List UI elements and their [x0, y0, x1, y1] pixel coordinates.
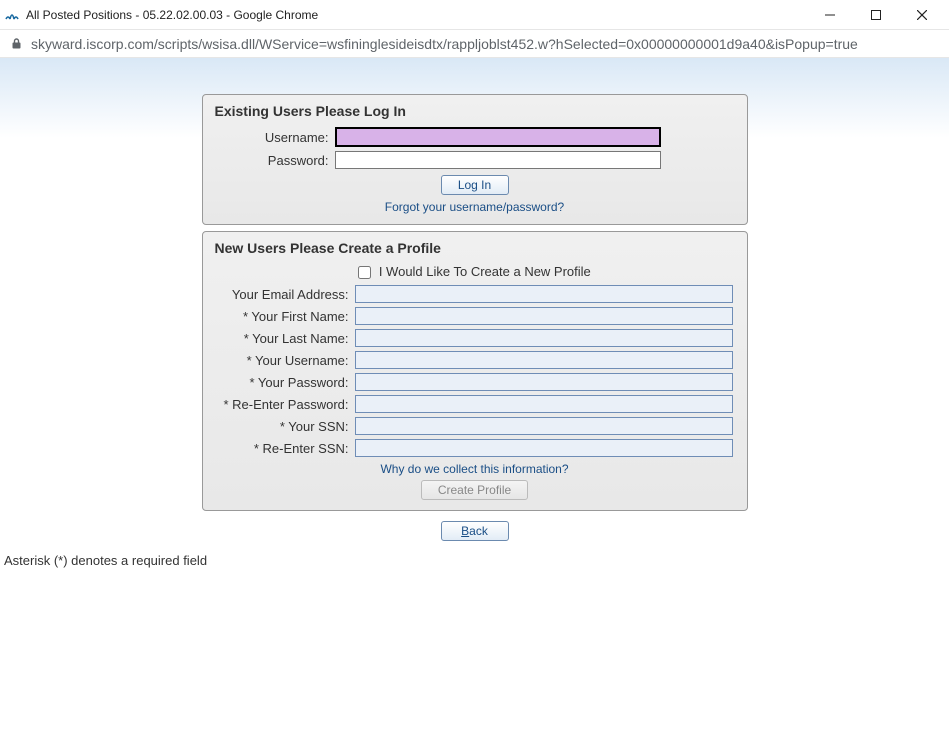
reenter-password-input[interactable]	[355, 395, 733, 413]
password-label: Password:	[215, 153, 335, 168]
profile-username-input[interactable]	[355, 351, 733, 369]
address-bar[interactable]: skyward.iscorp.com/scripts/wsisa.dll/WSe…	[0, 30, 949, 58]
create-profile-panel: New Users Please Create a Profile I Woul…	[202, 231, 748, 511]
window-titlebar: All Posted Positions - 05.22.02.00.03 - …	[0, 0, 949, 30]
username-label: Username:	[215, 130, 335, 145]
reenter-password-label: * Re-Enter Password:	[215, 397, 355, 412]
create-profile-button[interactable]: Create Profile	[421, 480, 528, 500]
lastname-input[interactable]	[355, 329, 733, 347]
profile-username-label: * Your Username:	[215, 353, 355, 368]
reenter-ssn-input[interactable]	[355, 439, 733, 457]
page-background: Existing Users Please Log In Username: P…	[0, 58, 949, 753]
forgot-link[interactable]: Forgot your username/password?	[385, 200, 564, 214]
email-input[interactable]	[355, 285, 733, 303]
login-button[interactable]: Log In	[441, 175, 509, 195]
password-input[interactable]	[335, 151, 661, 169]
username-input[interactable]	[335, 127, 661, 147]
firstname-label: * Your First Name:	[215, 309, 355, 324]
maximize-button[interactable]	[853, 0, 899, 30]
back-button[interactable]: Back	[441, 521, 509, 541]
create-profile-checkbox-label: I Would Like To Create a New Profile	[379, 264, 591, 279]
login-panel: Existing Users Please Log In Username: P…	[202, 94, 748, 225]
minimize-button[interactable]	[807, 0, 853, 30]
lock-icon	[10, 37, 23, 50]
profile-password-input[interactable]	[355, 373, 733, 391]
email-label: Your Email Address:	[215, 287, 355, 302]
close-button[interactable]	[899, 0, 945, 30]
address-url: skyward.iscorp.com/scripts/wsisa.dll/WSe…	[31, 36, 858, 52]
ssn-label: * Your SSN:	[215, 419, 355, 434]
profile-heading: New Users Please Create a Profile	[215, 240, 735, 256]
why-collect-link[interactable]: Why do we collect this information?	[380, 462, 568, 476]
profile-password-label: * Your Password:	[215, 375, 355, 390]
required-footnote: Asterisk (*) denotes a required field	[0, 553, 949, 568]
ssn-input[interactable]	[355, 417, 733, 435]
window-title: All Posted Positions - 05.22.02.00.03 - …	[26, 8, 807, 22]
create-profile-checkbox[interactable]	[358, 266, 371, 279]
reenter-ssn-label: * Re-Enter SSN:	[215, 441, 355, 456]
lastname-label: * Your Last Name:	[215, 331, 355, 346]
login-heading: Existing Users Please Log In	[215, 103, 735, 119]
app-icon	[4, 7, 20, 23]
firstname-input[interactable]	[355, 307, 733, 325]
